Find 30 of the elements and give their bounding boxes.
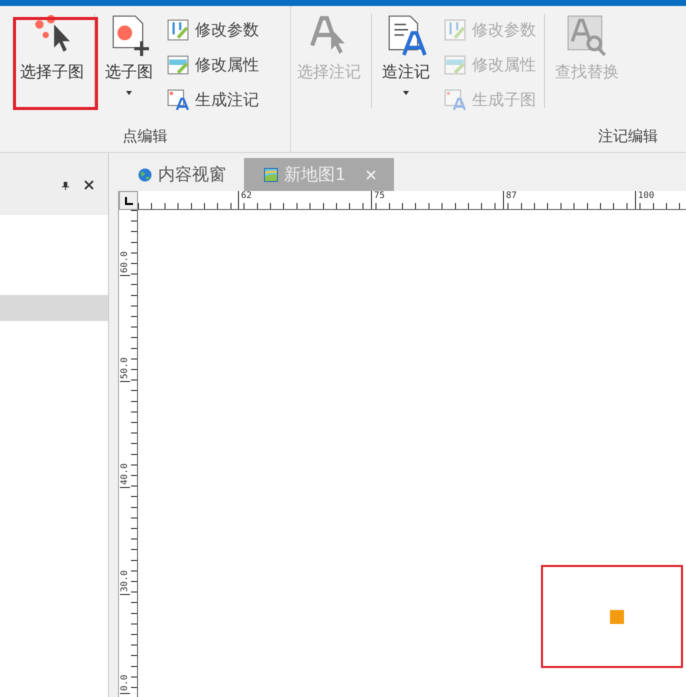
close-icon[interactable]: [84, 180, 94, 190]
ribbon-button[interactable]: 选择子图: [14, 14, 90, 110]
table-pencil-icon: [444, 54, 466, 76]
group-label: 点编辑: [122, 126, 168, 146]
ruler-label: 87: [503, 191, 517, 209]
ribbon-button[interactable]: 造注记: [376, 14, 436, 110]
ruler-label: 50.0: [120, 357, 130, 382]
ruler-label: 100: [635, 191, 654, 209]
ruler-label: 75: [371, 191, 385, 209]
document-tab[interactable]: 内容视窗: [118, 158, 244, 191]
ruler-label: 62: [238, 191, 252, 209]
ribbon-button[interactable]: 修改属性: [163, 49, 263, 81]
ruler-label: 0.0: [120, 674, 130, 694]
corner-icon: [124, 196, 134, 206]
ribbon-button[interactable]: 生成注记: [163, 84, 263, 116]
find-letter-icon: [566, 14, 608, 56]
ribbon-button[interactable]: 选子图: [99, 14, 159, 110]
globe-icon: [138, 168, 152, 182]
table-pencil-icon: [167, 54, 189, 76]
sliders-pencil-icon: [444, 19, 466, 41]
letter-icon: [444, 89, 466, 111]
ribbon-button[interactable]: 修改参数: [163, 14, 263, 46]
ruler-label: 40.0: [120, 463, 130, 488]
map-icon: [264, 168, 278, 182]
sliders-pencil-icon: [167, 19, 189, 41]
letter-icon: [167, 89, 189, 111]
ruler-label: 30.0: [120, 570, 130, 595]
pin-icon[interactable]: [61, 180, 70, 190]
group-label: 注记编辑: [597, 126, 659, 146]
ruler-label: 60.0: [120, 251, 130, 276]
